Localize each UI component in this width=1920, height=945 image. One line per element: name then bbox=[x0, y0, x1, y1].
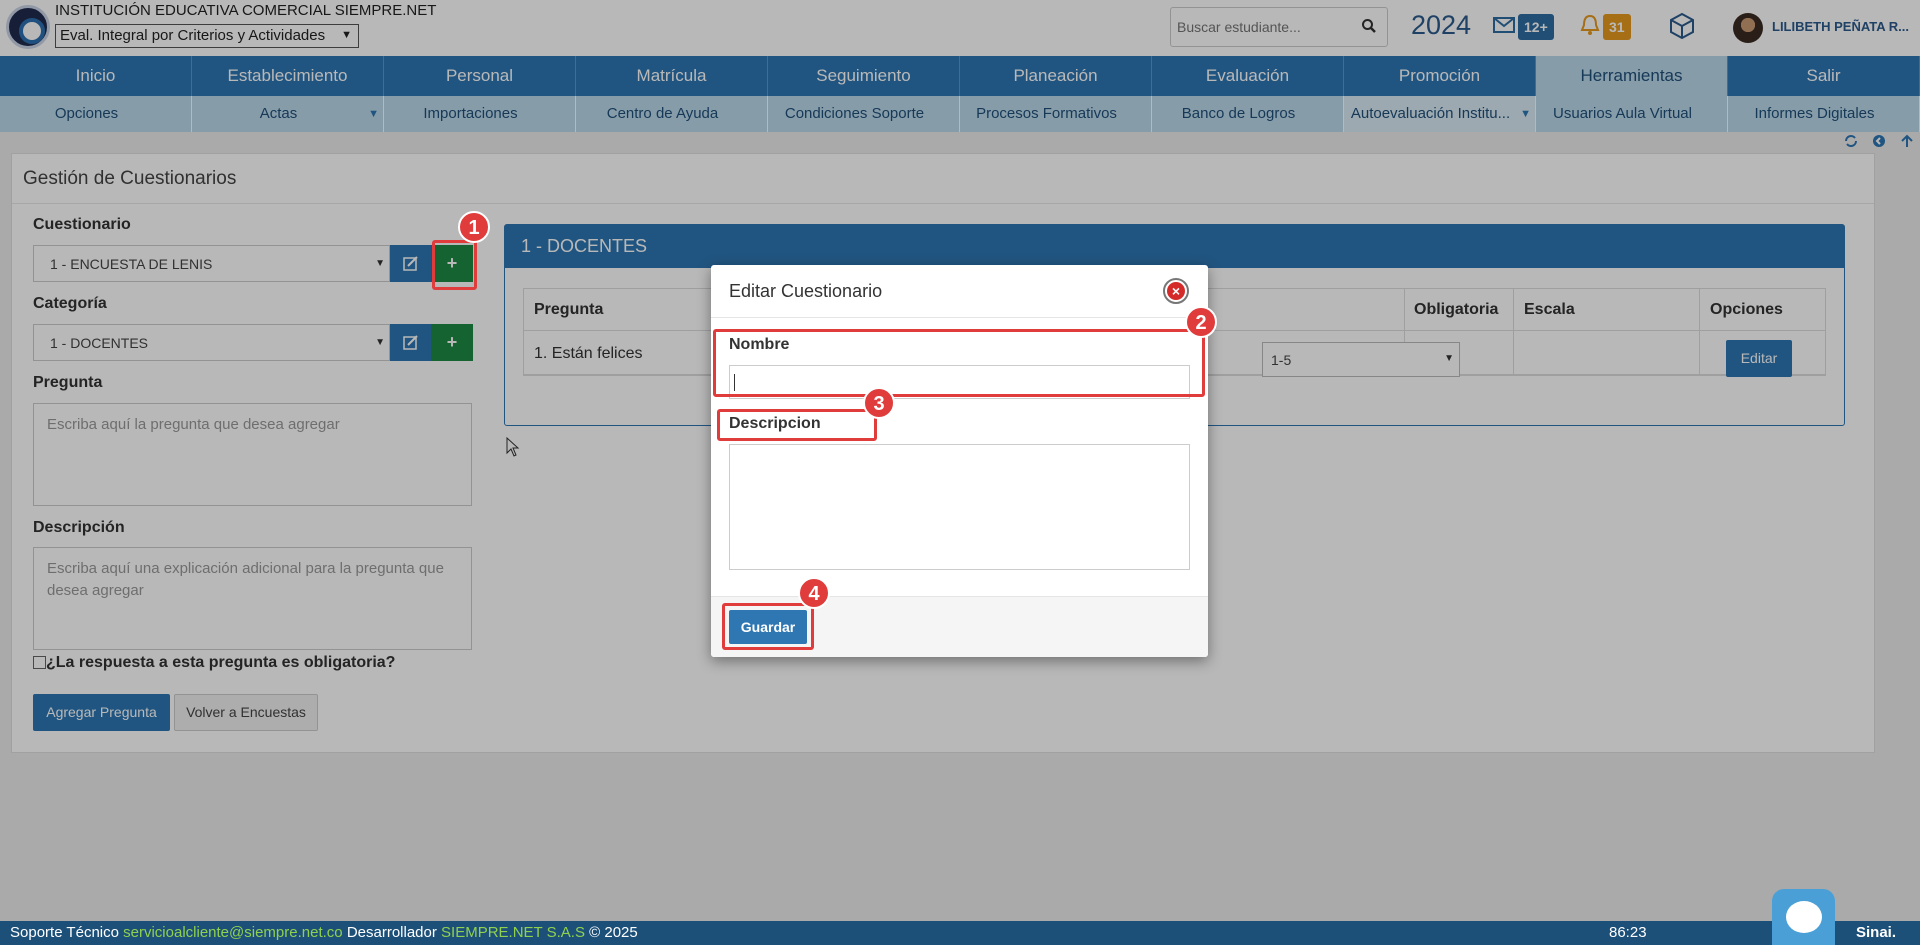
brand-logo: Sinai. bbox=[1856, 924, 1897, 941]
annotation-marker-2: 2 bbox=[1185, 306, 1217, 338]
company-link[interactable]: SIEMPRE.NET S.A.S bbox=[441, 924, 585, 941]
support-label: Soporte Técnico bbox=[10, 924, 119, 941]
support-email-link[interactable]: servicioalcliente@siempre.net.co bbox=[123, 924, 343, 941]
annotation-marker-4: 4 bbox=[798, 577, 830, 609]
copyright-icon: © bbox=[589, 924, 601, 941]
annotation-marker-3: 3 bbox=[863, 387, 895, 419]
highlight-box bbox=[722, 603, 814, 650]
modal-title: Editar Cuestionario bbox=[729, 281, 883, 301]
session-timer: 86:23 bbox=[1609, 924, 1647, 941]
edit-cuestionario-modal: Editar Cuestionario × Nombre Descripcion… bbox=[711, 265, 1217, 657]
footer-bar: Soporte Técnico servicioalcliente@siempr… bbox=[0, 921, 1920, 945]
developer-label: Desarrollador bbox=[346, 924, 437, 941]
footer-text: Soporte Técnico servicioalcliente@siempr… bbox=[10, 924, 638, 941]
close-button[interactable]: × bbox=[1163, 278, 1189, 304]
chat-icon[interactable] bbox=[1772, 889, 1835, 945]
copyright-year: 2025 bbox=[604, 924, 638, 941]
descripcion-modal-textarea[interactable] bbox=[729, 444, 1190, 570]
highlight-box bbox=[717, 409, 877, 441]
annotation-marker-1: 1 bbox=[458, 211, 490, 243]
divider bbox=[711, 317, 1208, 318]
close-icon: × bbox=[1171, 283, 1181, 299]
highlight-box bbox=[432, 240, 477, 290]
highlight-box bbox=[713, 329, 1205, 397]
